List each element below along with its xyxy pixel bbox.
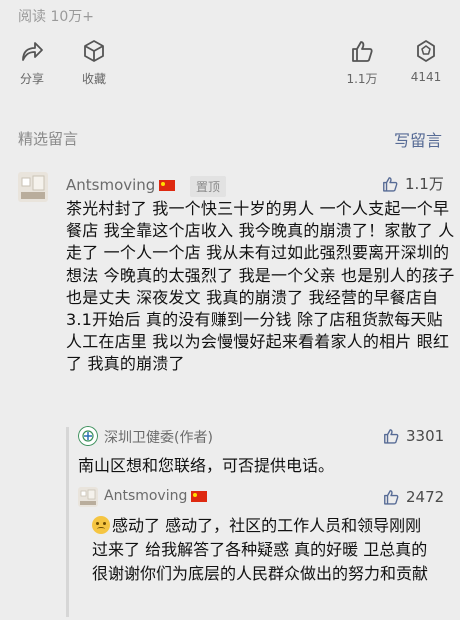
comment-author-name: Antsmoving (66, 176, 156, 194)
comment-like-button[interactable]: 1.1万 (381, 173, 444, 194)
reply-body: 感动了 感动了，社区的工作人员和领导刚刚过来了 给我解答了各种疑惑 真的好暖 卫… (92, 514, 428, 586)
wow-count: 4141 (410, 70, 442, 84)
china-flag-icon (191, 490, 208, 502)
thumb-up-icon (383, 176, 398, 192)
share-icon (22, 42, 43, 61)
thumb-up-icon (384, 429, 399, 444)
avatar[interactable] (18, 172, 48, 202)
china-flag-icon (159, 179, 176, 191)
reply-author[interactable]: Antsmoving (104, 488, 208, 504)
thumb-up-icon (352, 41, 373, 62)
author-avatar[interactable] (78, 426, 98, 446)
pinned-badge: 置顶 (190, 176, 227, 197)
share-label: 分享 (19, 72, 44, 86)
reply-like-button[interactable]: 3301 (382, 427, 444, 445)
comment-like-count: 1.1万 (405, 175, 444, 193)
health-commission-logo-icon (78, 426, 98, 446)
reply-text: 感动了 感动了，社区的工作人员和领导刚刚过来了 给我解答了各种疑惑 真的好暖 卫… (92, 516, 429, 583)
reply-author-name: Antsmoving (104, 488, 188, 504)
article-footer-bar: 阅读 10万+ 分享 收藏 1.1万 4141 (0, 0, 460, 96)
reply-like-count: 2472 (406, 488, 445, 506)
comment-author[interactable]: Antsmoving (66, 176, 176, 194)
favorite-label: 收藏 (81, 72, 106, 86)
like-count: 1.1万 (346, 72, 378, 86)
comment-text: 茶光村封了 我一个快三十岁的男人 一个人支起一个早餐店 我全靠这个店收入 我今晚… (66, 199, 455, 374)
featured-comments-title: 精选留言 (18, 130, 79, 148)
avatar-image (78, 487, 98, 507)
read-count: 阅读 10万+ (18, 9, 94, 25)
reply-author[interactable]: 深圳卫健委(作者) (104, 427, 213, 447)
reply-like-button[interactable]: 2472 (382, 488, 444, 506)
favorite-cube-icon (84, 40, 104, 62)
wow-button[interactable]: 4141 (396, 38, 456, 84)
avatar-image (18, 172, 48, 202)
reply-like-count: 3301 (406, 427, 445, 445)
reply-avatar[interactable] (78, 487, 98, 507)
wow-icon (417, 40, 435, 62)
favorite-button[interactable]: 收藏 (64, 38, 124, 87)
reply-text: 南山区想和您联络，可否提供电话。 (78, 456, 335, 475)
reply-thread-bar (66, 427, 69, 617)
thumb-up-icon (384, 490, 399, 505)
comments-header: 精选留言 写留言 (0, 96, 460, 166)
moved-emoji-icon (92, 516, 110, 534)
share-button[interactable]: 分享 (2, 38, 62, 87)
write-comment-link[interactable]: 写留言 (394, 127, 442, 151)
like-button[interactable]: 1.1万 (332, 38, 392, 87)
